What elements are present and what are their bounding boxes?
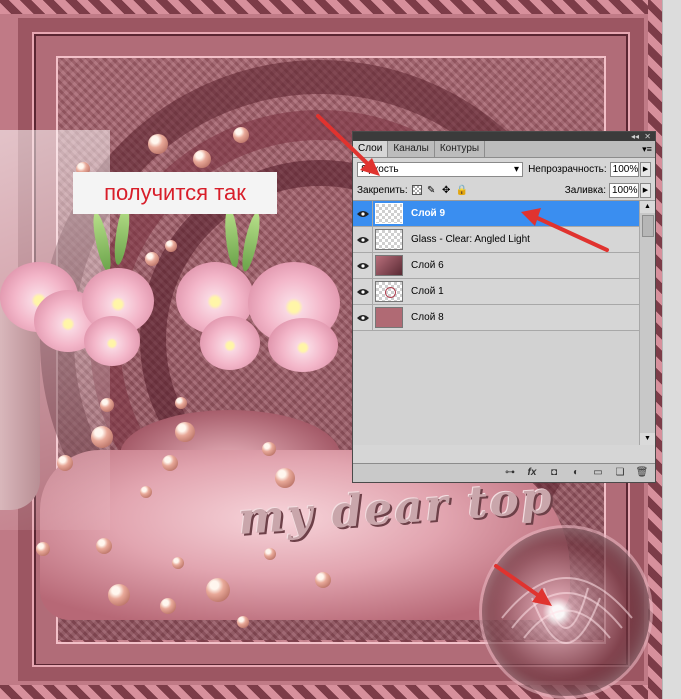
lock-row: Закрепить: ✎ ✥ 🔒 Заливка: 100% ▶ xyxy=(353,180,655,201)
screenshot-stage: my dear top получится так ◂◂ ✕ Слои Кана… xyxy=(0,0,681,699)
opacity-input[interactable]: 100% xyxy=(609,161,640,177)
layer-name: Слой 8 xyxy=(411,312,444,323)
layer-thumbnail xyxy=(375,203,403,224)
scroll-thumb[interactable] xyxy=(642,215,654,237)
lock-move-icon[interactable]: ✥ xyxy=(441,185,452,196)
visibility-eye-icon[interactable] xyxy=(353,226,373,253)
tab-paths[interactable]: Контуры xyxy=(435,141,486,157)
pearl xyxy=(237,616,249,628)
layer-row-sloy-1[interactable]: Слой 1 xyxy=(353,278,639,305)
red-arrow-to-layer xyxy=(521,208,609,252)
layer-name: Слой 1 xyxy=(411,286,444,297)
lock-brush-icon[interactable]: ✎ xyxy=(426,185,437,196)
pearl xyxy=(160,598,176,614)
panel-tabs: Слои Каналы Контуры ▾≡ xyxy=(353,141,655,158)
pearl xyxy=(100,398,114,412)
layer-thumbnail xyxy=(375,255,403,276)
pearl xyxy=(148,134,168,154)
pearl xyxy=(175,397,187,409)
window-gutter xyxy=(662,0,681,699)
visibility-eye-icon[interactable] xyxy=(353,278,373,305)
result-caption: получится так xyxy=(73,172,277,214)
rose-flower xyxy=(200,316,260,370)
close-panel-icon[interactable]: ✕ xyxy=(644,132,651,141)
layer-name: Слой 6 xyxy=(411,260,444,271)
panel-title-strip[interactable]: ◂◂ ✕ xyxy=(353,132,655,141)
fill-slider-toggle-icon[interactable]: ▶ xyxy=(640,182,651,198)
pearl xyxy=(262,442,276,456)
blend-row: Яркость ▾ Непрозрачность: 100% ▶ xyxy=(353,158,655,180)
scroll-down-icon[interactable]: ▼ xyxy=(640,433,655,445)
layer-row-sloy-8[interactable]: Слой 8 xyxy=(353,304,639,331)
lock-transparency-icon[interactable] xyxy=(411,185,422,195)
collapse-panel-icon[interactable]: ◂◂ xyxy=(631,132,639,141)
pearl xyxy=(264,548,276,560)
layers-panel: ◂◂ ✕ Слои Каналы Контуры ▾≡ Яркость ▾ Не… xyxy=(352,131,656,483)
scroll-up-icon[interactable]: ▲ xyxy=(640,201,655,213)
opacity-label: Непрозрачность: xyxy=(528,163,607,175)
red-arrow-to-globe xyxy=(494,564,552,606)
fill-label: Заливка: xyxy=(564,184,606,196)
layer-thumbnail xyxy=(375,307,403,328)
tab-channels[interactable]: Каналы xyxy=(388,141,435,157)
layer-thumbnail xyxy=(375,281,403,302)
pearl xyxy=(91,426,113,448)
pearl xyxy=(206,578,230,602)
visibility-eye-icon[interactable] xyxy=(353,304,373,331)
red-arrow-to-blend-mode xyxy=(316,114,380,176)
braid-border-top xyxy=(0,0,662,14)
fill-input[interactable]: 100% xyxy=(609,182,639,198)
new-layer-icon[interactable]: ❏ xyxy=(613,467,627,479)
pearl xyxy=(145,252,159,266)
pearl xyxy=(275,468,295,488)
pearl xyxy=(315,572,331,588)
pearl xyxy=(233,127,249,143)
fx-icon[interactable]: fx xyxy=(525,467,539,479)
opacity-slider-toggle-icon[interactable]: ▶ xyxy=(640,161,651,177)
visibility-eye-icon[interactable] xyxy=(353,200,373,227)
pearl xyxy=(165,240,177,252)
layer-name: Слой 9 xyxy=(411,208,446,219)
group-folder-icon[interactable]: ▭ xyxy=(591,467,605,479)
pearl xyxy=(172,557,184,569)
pearl xyxy=(140,486,152,498)
pearl xyxy=(175,422,195,442)
pearl xyxy=(96,538,112,554)
pearl xyxy=(36,542,50,556)
pearl xyxy=(193,150,211,168)
lock-all-icon[interactable]: 🔒 xyxy=(456,185,468,196)
lisianthus-flower xyxy=(268,318,338,372)
visibility-eye-icon[interactable] xyxy=(353,252,373,279)
layers-scrollbar[interactable]: ▲ ▼ xyxy=(639,201,655,445)
link-icon[interactable]: ⊶ xyxy=(503,467,517,479)
mask-icon[interactable]: ◘ xyxy=(547,467,561,479)
trash-icon[interactable]: 🗑 xyxy=(635,467,649,479)
pearl xyxy=(57,455,73,471)
chevron-down-icon: ▾ xyxy=(514,163,520,175)
layer-name: Glass - Clear: Angled Light xyxy=(411,234,530,245)
panel-menu-icon[interactable]: ▾≡ xyxy=(639,141,655,157)
pearl xyxy=(162,455,178,471)
rose-flower xyxy=(84,316,140,366)
layer-thumbnail xyxy=(375,229,403,250)
panel-footer: ⊶ fx ◘ ◐ ▭ ❏ 🗑 xyxy=(353,463,655,482)
adjustment-icon[interactable]: ◐ xyxy=(569,467,583,479)
pearl xyxy=(108,584,130,606)
